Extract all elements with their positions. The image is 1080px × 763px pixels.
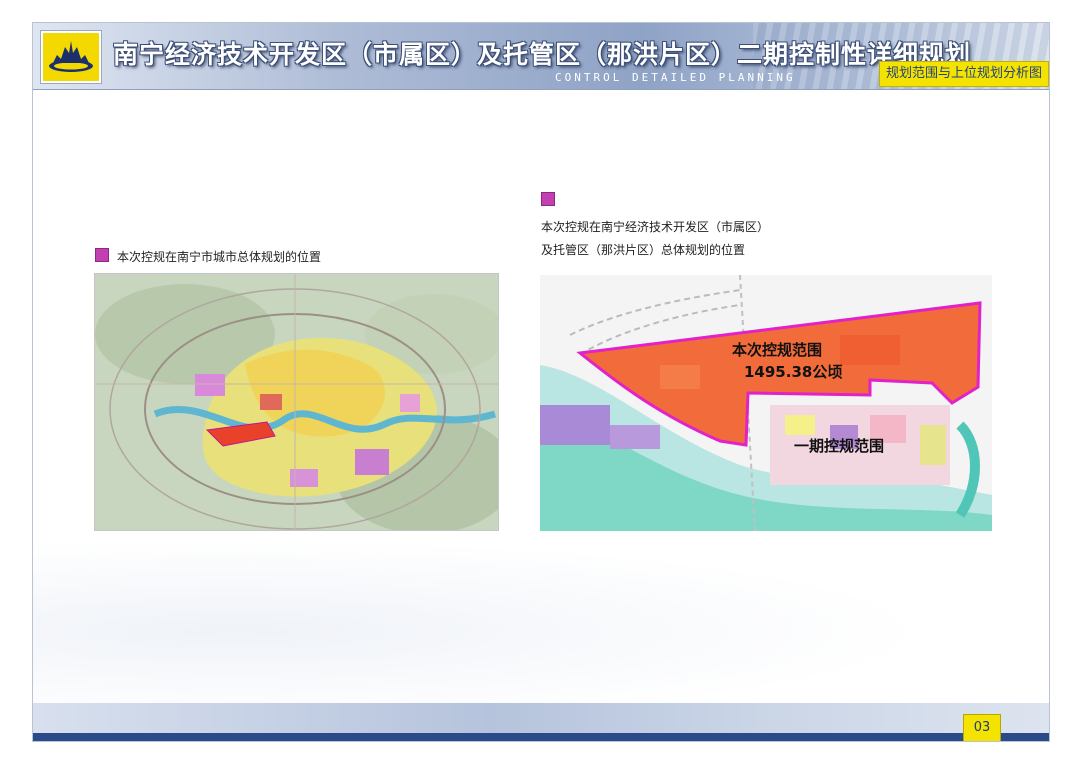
document-title: 南宁经济技术开发区（市属区）及托管区（那洪片区）二期控制性详细规划 (113, 40, 972, 69)
background-decoration (33, 523, 1049, 703)
left-map-caption-text: 本次控规在南宁市城市总体规划的位置 (117, 250, 322, 264)
page-frame: 南宁经济技术开发区（市属区）及托管区（那洪片区）二期控制性详细规划 CONTRO… (32, 22, 1050, 742)
phase1-scope-label: 一期控规范围 (794, 437, 885, 455)
magenta-square-icon (541, 192, 555, 206)
district-map-graphic (540, 275, 992, 531)
logo (41, 31, 101, 83)
right-map-bullet (541, 191, 563, 211)
scope-label: 本次控规范围 (732, 341, 823, 359)
city-map-graphic (95, 274, 498, 530)
city-skyline-icon (49, 41, 93, 72)
right-map-caption-line2: 及托管区（那洪片区）总体规划的位置 (541, 243, 746, 257)
document-subtitle: CONTROL DETAILED PLANNING (555, 71, 796, 84)
page-number: 03 (963, 714, 1001, 741)
section-tag: 规划范围与上位规划分析图 (879, 61, 1049, 87)
header-banner: 南宁经济技术开发区（市属区）及托管区（那洪片区）二期控制性详细规划 CONTRO… (33, 23, 1049, 90)
district-master-plan-map: 本次控规范围 1495.38公顷 一期控规范围 (540, 275, 992, 531)
right-map-caption-line1: 本次控规在南宁经济技术开发区（市属区） (541, 220, 770, 234)
magenta-square-icon (95, 248, 109, 262)
left-map-caption: 本次控规在南宁市城市总体规划的位置 (95, 247, 321, 267)
scope-area-label: 1495.38公顷 (744, 363, 843, 381)
city-master-plan-map (94, 273, 499, 531)
footer-bar (33, 733, 1049, 741)
